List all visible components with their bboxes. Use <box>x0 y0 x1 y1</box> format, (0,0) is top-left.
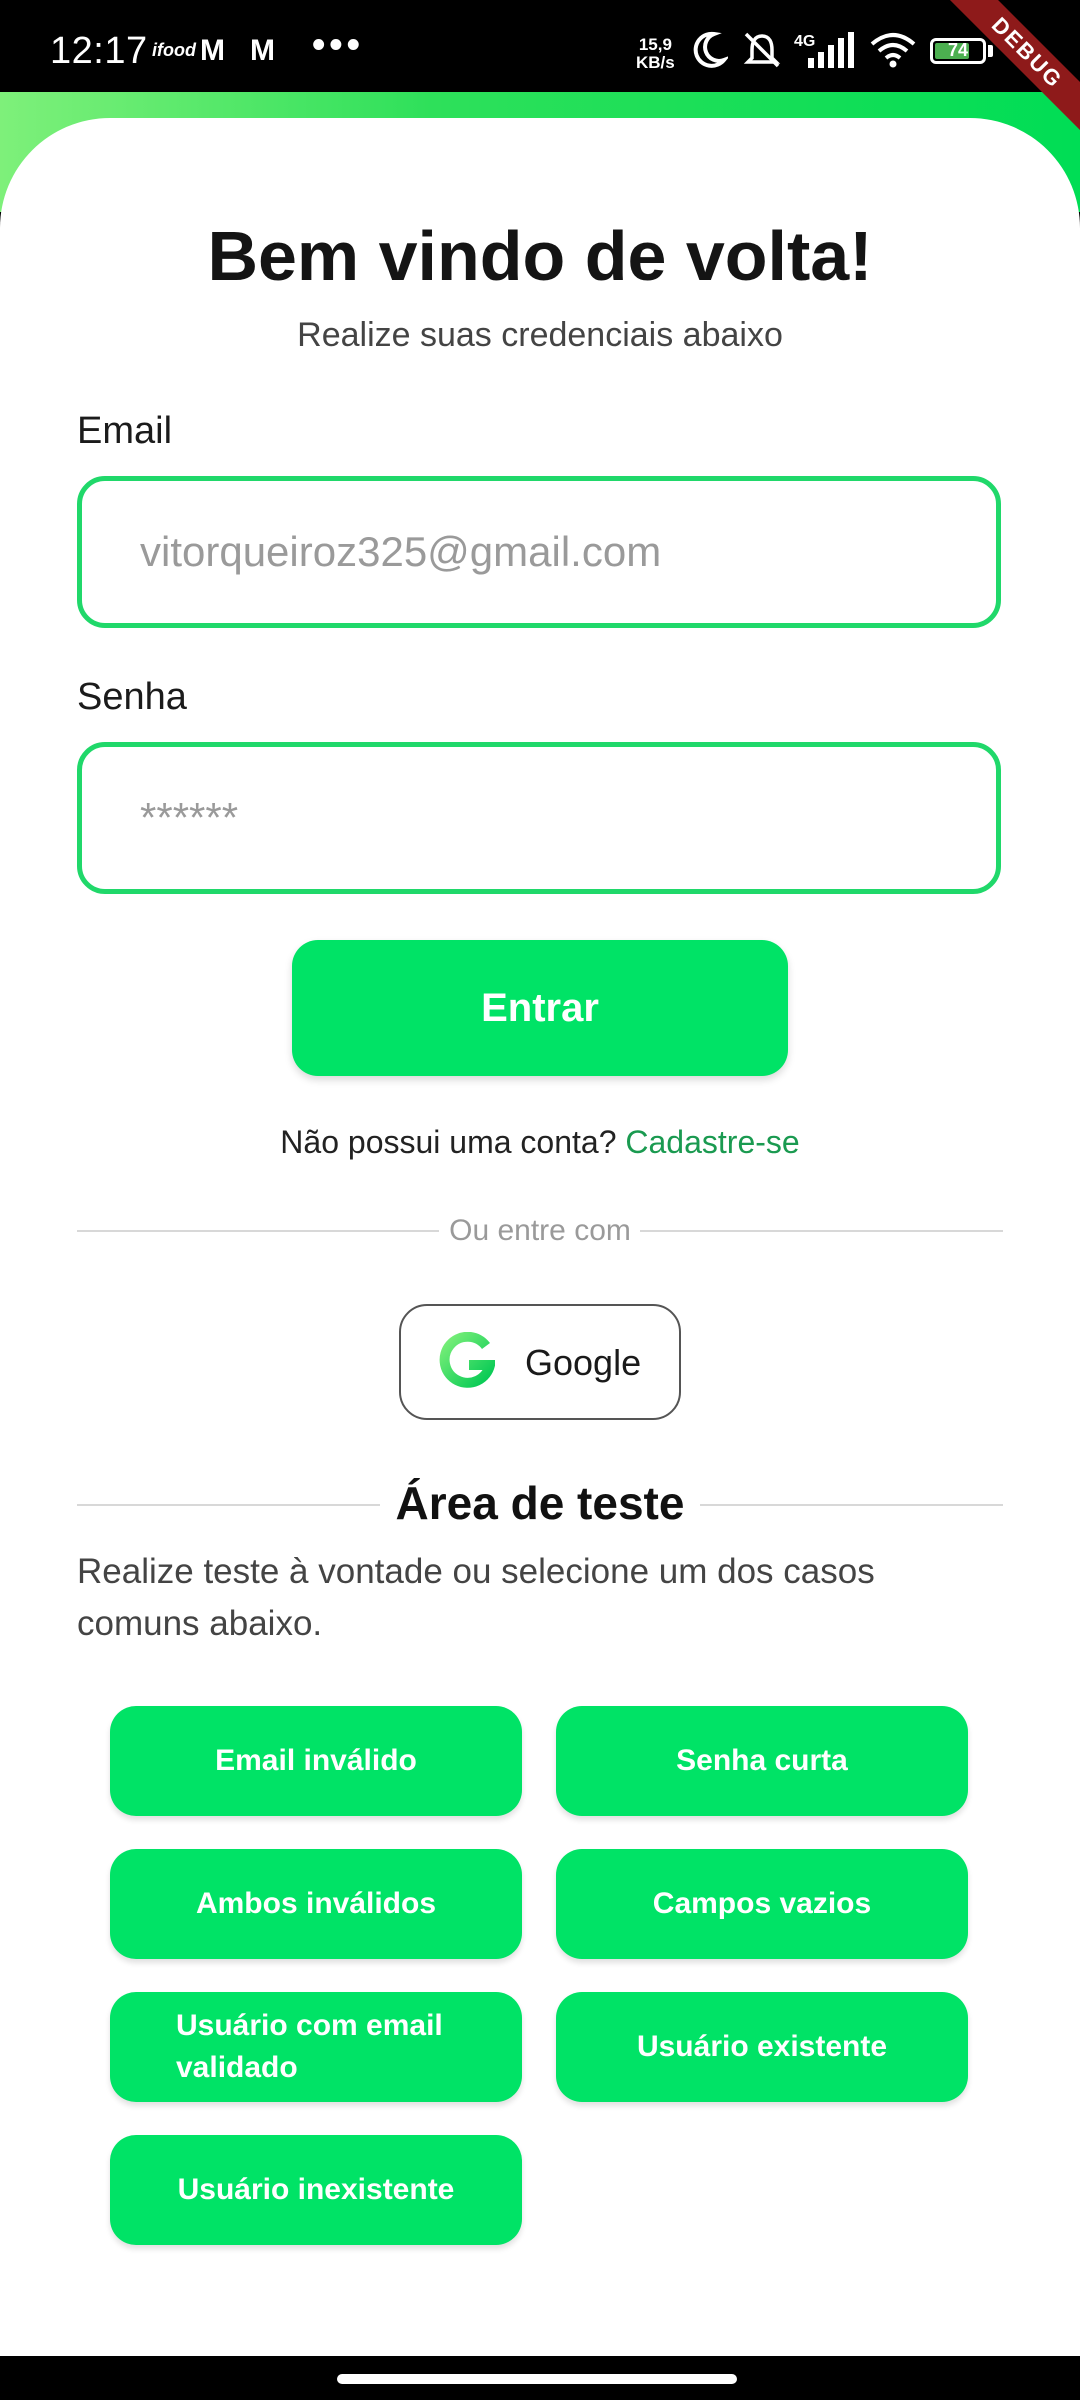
email-label: Email <box>77 410 173 452</box>
or-divider-text: Ou entre com <box>449 1214 631 1247</box>
test-area-description: Realize teste à vontade ou selecione um … <box>77 1552 875 1643</box>
test-short-password-button[interactable]: Senha curta <box>556 1706 968 1816</box>
password-input[interactable] <box>140 747 940 889</box>
email-field[interactable] <box>77 476 1001 628</box>
google-label: Google <box>525 1342 642 1383</box>
wifi-icon <box>870 33 916 68</box>
no-account-text: Não possui uma conta? <box>280 1124 617 1160</box>
test-both-invalid-button[interactable]: Ambos inválidos <box>110 1849 522 1959</box>
test-empty-fields-button[interactable]: Campos vazios <box>556 1849 968 1959</box>
gmail-notification-icon: M <box>200 34 225 67</box>
signup-link[interactable]: Cadastre-se <box>625 1124 799 1160</box>
test-nonexistent-user-button[interactable]: Usuário inexistente <box>110 2135 522 2245</box>
more-notifications-icon: ••• <box>312 24 364 66</box>
gmail-notification-icon-2: M <box>250 34 275 67</box>
signal-strength-icon <box>808 32 854 68</box>
test-area-title: Área de teste <box>395 1477 685 1529</box>
email-input[interactable] <box>140 481 940 623</box>
login-button[interactable]: Entrar <box>292 940 788 1076</box>
google-icon <box>439 1332 495 1388</box>
navigation-bar <box>0 2356 1080 2400</box>
test-validated-user-button[interactable]: Usuário com email validado <box>110 1992 522 2102</box>
battery-tip <box>988 45 993 57</box>
battery-icon: 74 <box>930 38 986 64</box>
signup-prompt: Não possui uma conta? Cadastre-se <box>0 1124 1080 1161</box>
status-time: 12:17 <box>50 30 148 72</box>
ifood-notification-icon: ifood <box>152 40 196 60</box>
do-not-disturb-moon-icon <box>693 31 728 68</box>
password-label: Senha <box>77 676 187 718</box>
page-subtitle: Realize suas credenciais abaixo <box>297 316 783 354</box>
page-title: Bem vindo de volta! <box>207 217 873 295</box>
network-speed-value: 15,9 <box>638 35 672 54</box>
network-speed-unit: KB/s <box>636 53 675 72</box>
test-existing-user-button[interactable]: Usuário existente <box>556 1992 968 2102</box>
test-invalid-email-button[interactable]: Email inválido <box>110 1706 522 1816</box>
network-speed: 15,9 KB/s <box>636 36 675 72</box>
password-field[interactable] <box>77 742 1001 894</box>
google-login-button[interactable]: Google <box>399 1304 681 1420</box>
battery-level: 74 <box>947 40 969 60</box>
home-gesture-handle[interactable] <box>337 2374 737 2384</box>
muted-bell-icon <box>743 32 781 68</box>
status-bar: 12:17 ifood M M ••• 15,9 KB/s 4G 74 <box>0 0 1080 92</box>
